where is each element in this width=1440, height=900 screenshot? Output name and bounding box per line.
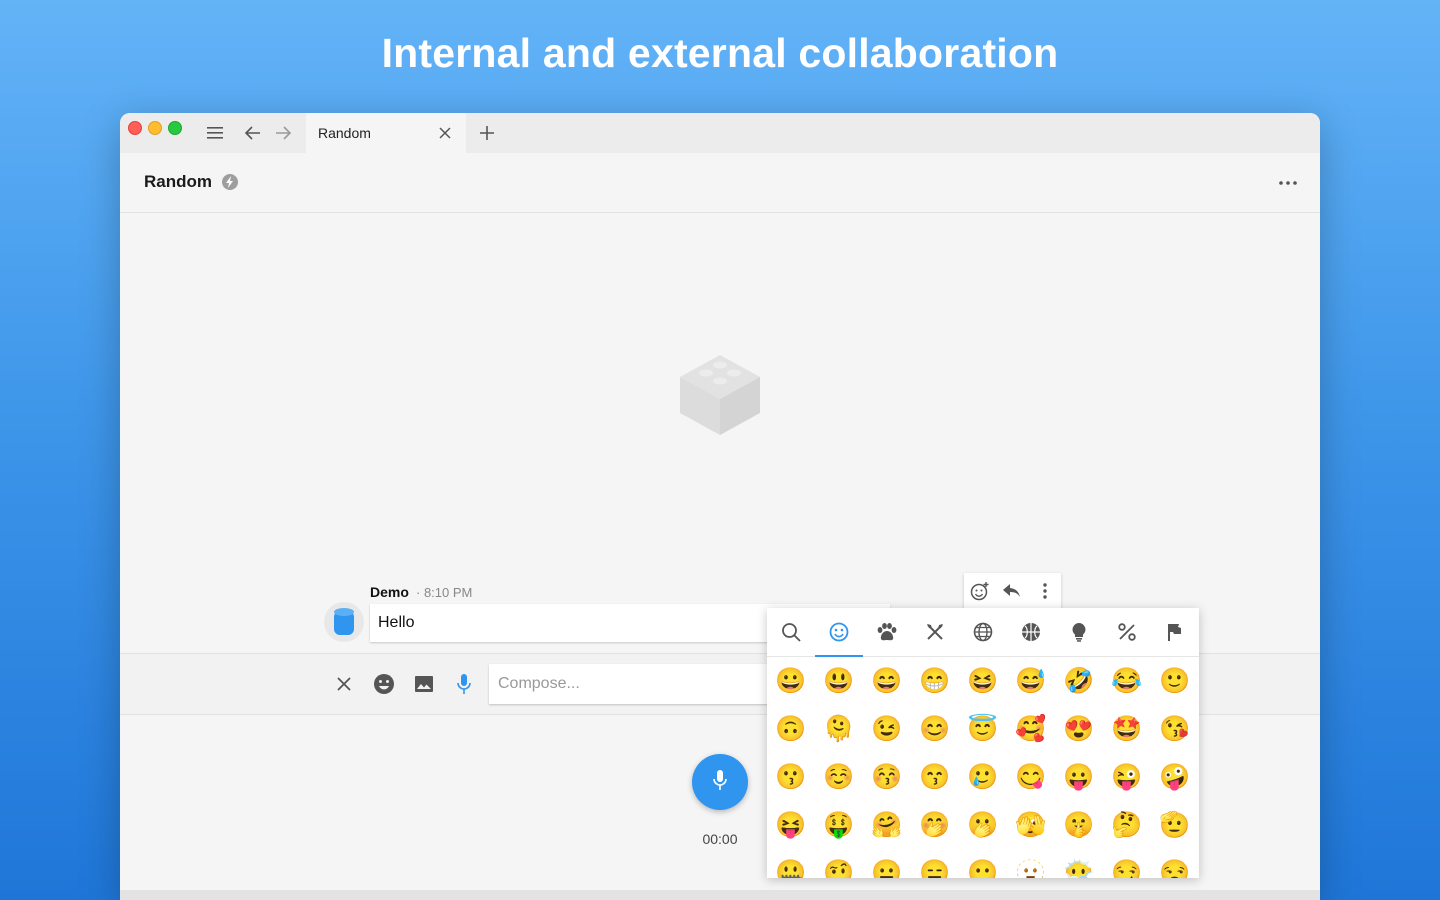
emoji-item[interactable]: 🤭	[911, 801, 959, 849]
flags-category-icon[interactable]	[1151, 608, 1199, 656]
emoji-item[interactable]: 😉	[863, 705, 911, 753]
empty-state-cube-icon	[676, 351, 764, 442]
cancel-icon[interactable]	[332, 672, 356, 696]
emoji-item[interactable]: 😁	[911, 657, 959, 705]
emoji-item[interactable]: 😅	[1007, 657, 1055, 705]
emoji-picker: 😀 😃 😄 😁 😆 😅 🤣 😂 🙂 🙃 🫠 😉 😊 😇 🥰 😍 🤩 😘 😗 ☺️ 😚 😙 🥲 😋 😛 😜 🤪 😝 🤑 🤗 🤭 🫢 🫣 🤫 🤔 🫡 🤐 🤨 😐…	[767, 608, 1199, 878]
emoji-item[interactable]: 🤩	[1103, 705, 1151, 753]
image-icon[interactable]	[412, 672, 436, 696]
more-options-icon[interactable]	[1278, 173, 1298, 193]
tab-label: Random	[318, 125, 371, 141]
close-window-button[interactable]	[128, 121, 142, 135]
emoji-item[interactable]: 😏	[1103, 849, 1151, 878]
emoji-item[interactable]: 😐	[863, 849, 911, 878]
emoji-item[interactable]: 🫢	[959, 801, 1007, 849]
emoji-item[interactable]: 😝	[767, 801, 815, 849]
message-text: Hello	[378, 614, 415, 631]
record-audio-button[interactable]	[692, 754, 748, 810]
emoji-item[interactable]: 🫠	[815, 705, 863, 753]
emoji-item[interactable]: 🤨	[815, 849, 863, 878]
minimize-window-button[interactable]	[148, 121, 162, 135]
emoji-item[interactable]: 😍	[1055, 705, 1103, 753]
more-vertical-icon[interactable]	[1033, 579, 1057, 603]
emoji-grid: 😀 😃 😄 😁 😆 😅 🤣 😂 🙂 🙃 🫠 😉 😊 😇 🥰 😍 🤩 😘 😗 ☺️ 😚 😙 🥲 😋 😛 😜 🤪 😝 🤑 🤗 🤭 🫢 🫣 🤫 🤔 🫡 🤐 🤨 😐…	[767, 657, 1199, 878]
emoji-item[interactable]: 🤑	[815, 801, 863, 849]
message-timestamp: · 8:10 PM	[416, 585, 473, 600]
emoji-item[interactable]: 😶	[959, 849, 1007, 878]
symbols-percent-icon[interactable]	[1103, 608, 1151, 656]
emoji-item[interactable]: 🥰	[1007, 705, 1055, 753]
emoji-item[interactable]: 🤗	[863, 801, 911, 849]
emoji-item[interactable]: 🫡	[1151, 801, 1199, 849]
emoji-item[interactable]: 😊	[911, 705, 959, 753]
emoji-icon[interactable]	[372, 672, 396, 696]
microphone-icon	[713, 769, 727, 796]
title-bar: Random	[120, 113, 1320, 153]
emoji-item[interactable]: 😇	[959, 705, 1007, 753]
emoji-item[interactable]: ☺️	[815, 753, 863, 801]
emoji-item[interactable]: 😜	[1103, 753, 1151, 801]
emoji-item[interactable]: 😒	[1151, 849, 1199, 878]
reply-icon[interactable]	[1000, 579, 1024, 603]
emoji-item[interactable]: 😚	[863, 753, 911, 801]
microphone-icon[interactable]	[452, 672, 476, 696]
activities-ball-icon[interactable]	[1007, 608, 1055, 656]
emoji-item[interactable]: 🫥	[1007, 849, 1055, 878]
emoji-item[interactable]: 😗	[767, 753, 815, 801]
animals-category-icon[interactable]	[863, 608, 911, 656]
promo-headline: Internal and external collaboration	[381, 30, 1059, 76]
emoji-item[interactable]: 🙃	[767, 705, 815, 753]
message-author[interactable]: Demo	[370, 584, 409, 600]
forward-arrow-icon[interactable]	[273, 123, 293, 143]
add-reaction-icon[interactable]	[968, 579, 992, 603]
emoji-item[interactable]: 🤫	[1055, 801, 1103, 849]
recording-timer: 00:00	[702, 831, 738, 847]
new-tab-plus-icon[interactable]	[477, 123, 497, 143]
emoji-item[interactable]: 😄	[863, 657, 911, 705]
message-actions-toolbar	[964, 573, 1061, 609]
room-title: Random	[144, 172, 212, 191]
bottom-bar	[120, 890, 1320, 900]
avatar[interactable]	[324, 602, 364, 642]
emoji-item[interactable]: 😀	[767, 657, 815, 705]
objects-bulb-icon[interactable]	[1055, 608, 1103, 656]
emoji-item[interactable]: 😆	[959, 657, 1007, 705]
back-arrow-icon[interactable]	[243, 123, 263, 143]
zoom-window-button[interactable]	[168, 121, 182, 135]
emoji-item[interactable]: 😘	[1151, 705, 1199, 753]
emoji-item[interactable]: 😂	[1103, 657, 1151, 705]
smileys-category-icon[interactable]	[815, 608, 863, 657]
emoji-search-icon[interactable]	[767, 608, 815, 656]
emoji-item[interactable]: 😛	[1055, 753, 1103, 801]
emoji-item[interactable]: 🤪	[1151, 753, 1199, 801]
emoji-item[interactable]: 😙	[911, 753, 959, 801]
emoji-category-bar	[767, 608, 1199, 657]
travel-globe-icon[interactable]	[959, 608, 1007, 656]
emoji-item[interactable]: 😋	[1007, 753, 1055, 801]
emoji-item[interactable]: 🫣	[1007, 801, 1055, 849]
food-category-icon[interactable]	[911, 608, 959, 656]
room-header: Random	[120, 153, 1320, 213]
close-tab-icon[interactable]	[436, 124, 454, 142]
emoji-item[interactable]: 😃	[815, 657, 863, 705]
emoji-item[interactable]: 🙂	[1151, 657, 1199, 705]
emoji-item[interactable]: 🥲	[959, 753, 1007, 801]
emoji-item[interactable]: 🤐	[767, 849, 815, 878]
emoji-item[interactable]: 😑	[911, 849, 959, 878]
menu-icon[interactable]	[205, 123, 225, 143]
emoji-item[interactable]: 🤣	[1055, 657, 1103, 705]
emoji-item[interactable]: 🤔	[1103, 801, 1151, 849]
emoji-item[interactable]: 😶‍🌫️	[1055, 849, 1103, 878]
tab-random[interactable]: Random	[306, 113, 466, 153]
bolt-badge-icon	[222, 174, 238, 190]
